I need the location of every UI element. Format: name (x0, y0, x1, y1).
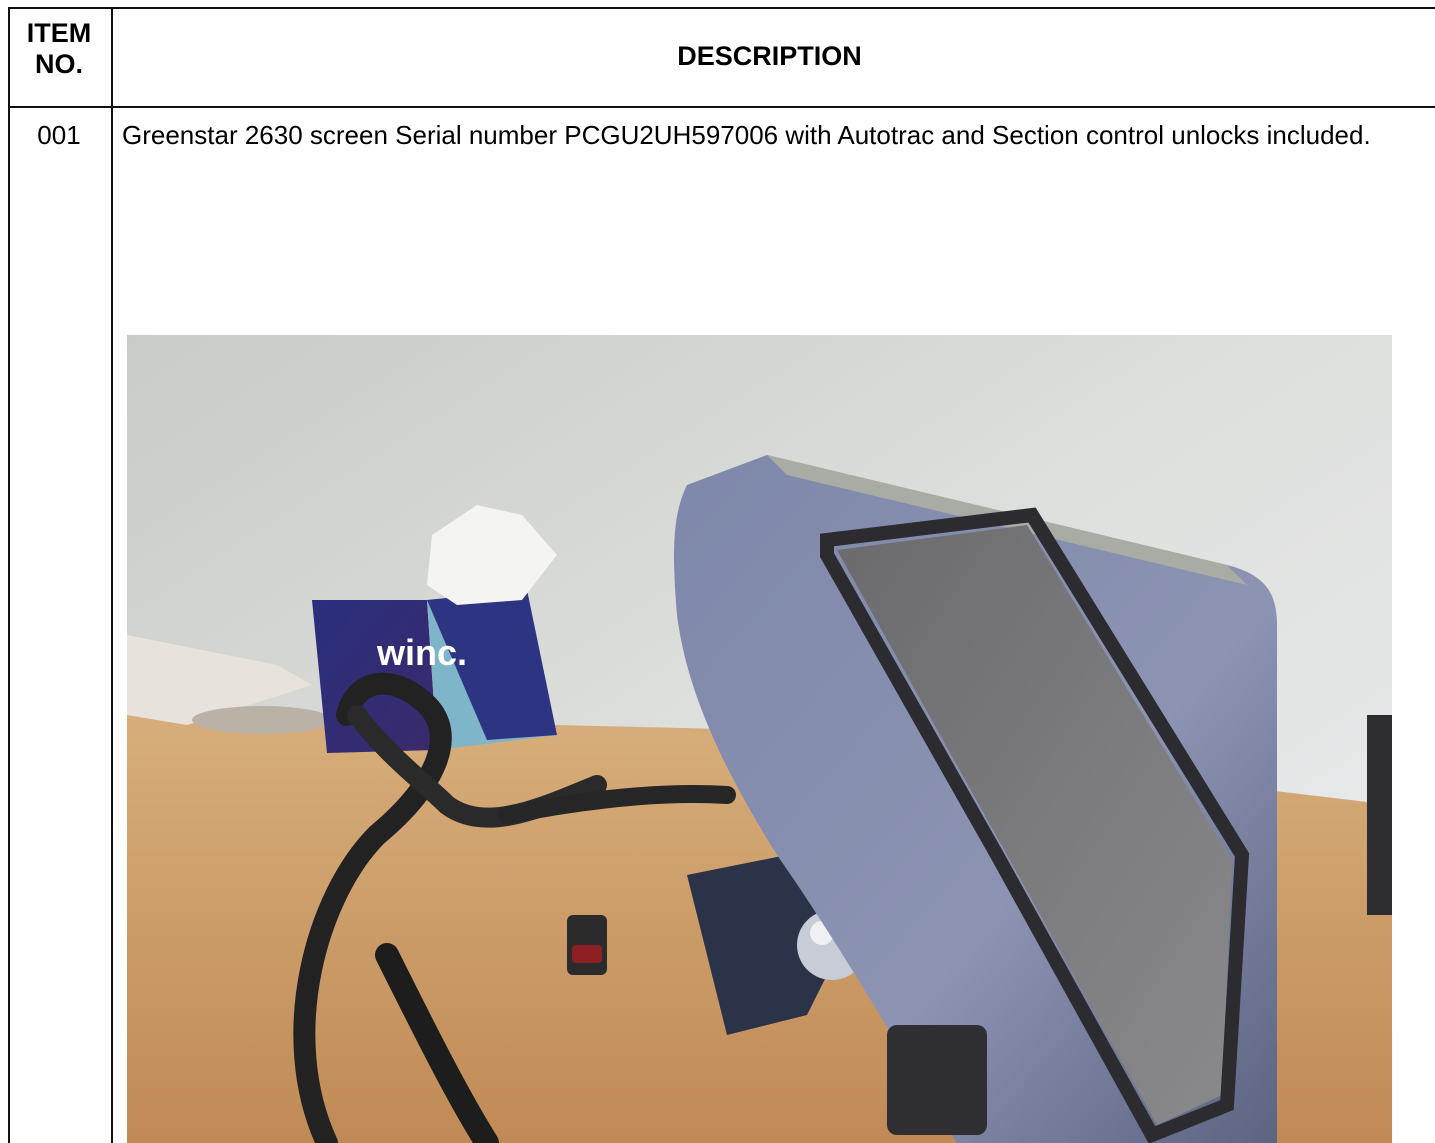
header-item-no: ITEM NO. (8, 18, 110, 80)
header-bottom-border (8, 106, 1435, 108)
tissue-box-brand: winc. (376, 632, 467, 673)
table-left-border (8, 7, 10, 1143)
header-description: DESCRIPTION (677, 41, 862, 71)
column-divider (111, 7, 113, 1143)
header-item-line2: NO. (34, 49, 83, 79)
row-description: Greenstar 2630 screen Serial number PCGU… (122, 120, 1371, 150)
display-foot (887, 1025, 987, 1135)
table-top-border (8, 7, 1435, 9)
header-item-line1: ITEM (26, 18, 92, 48)
product-photo: winc. (127, 335, 1392, 1143)
row-item-no: 001 (37, 120, 81, 150)
